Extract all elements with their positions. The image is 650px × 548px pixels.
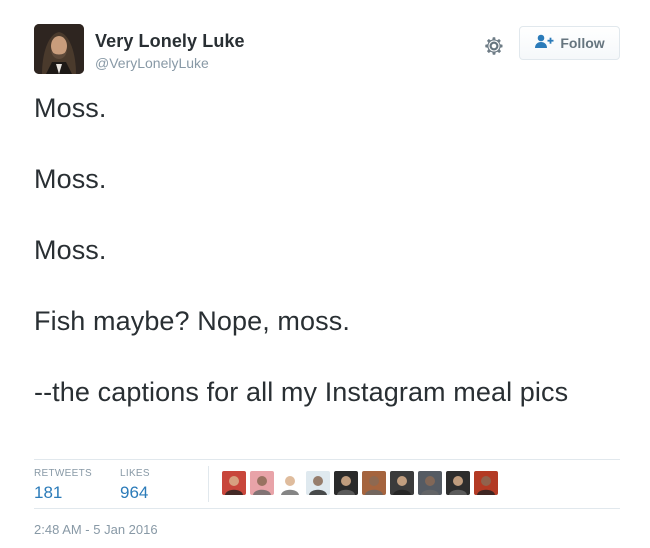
tweet-line: Moss. — [34, 164, 107, 194]
likes-stat[interactable]: LIKES 964 — [120, 468, 150, 504]
liker-avatars — [222, 471, 498, 497]
display-name[interactable]: Very Lonely Luke — [95, 30, 245, 52]
profile-photo-icon — [34, 24, 84, 74]
tweet-line: Moss. — [34, 235, 107, 265]
retweets-stat[interactable]: RETWEETS 181 — [34, 468, 92, 504]
retweets-count: 181 — [34, 483, 63, 502]
liker-avatar-10[interactable] — [474, 471, 498, 495]
liker-avatar-6[interactable] — [362, 471, 386, 495]
tweet-timestamp[interactable]: 2:48 AM - 5 Jan 2016 — [34, 522, 158, 538]
user-handle[interactable]: @VeryLonelyLuke — [95, 54, 245, 72]
gear-icon[interactable] — [482, 34, 506, 58]
tweet-line: Fish maybe? Nope, moss. — [34, 306, 350, 336]
liker-avatar-8[interactable] — [418, 471, 442, 495]
add-user-icon — [534, 33, 554, 54]
likes-count: 964 — [120, 483, 149, 502]
tweet-stats: RETWEETS 181 LIKES 964 — [34, 459, 620, 509]
tweet-header: Very Lonely Luke @VeryLonelyLuke Follow — [34, 24, 624, 80]
tweet-text: Moss. Moss. Moss. Fish maybe? Nope, moss… — [34, 90, 594, 410]
likes-label: LIKES — [120, 468, 150, 479]
stats-divider — [208, 466, 209, 502]
liker-avatar-5[interactable] — [334, 471, 358, 495]
retweets-label: RETWEETS — [34, 468, 92, 479]
liker-avatar-4[interactable] — [306, 471, 330, 495]
liker-avatar-1[interactable] — [222, 471, 246, 495]
tweet-card: Very Lonely Luke @VeryLonelyLuke Follow … — [0, 0, 650, 548]
liker-avatar-9[interactable] — [446, 471, 470, 495]
liker-avatar-7[interactable] — [390, 471, 414, 495]
tweet-line: Moss. — [34, 93, 107, 123]
user-names: Very Lonely Luke @VeryLonelyLuke — [95, 30, 245, 72]
tweet-line: --the captions for all my Instagram meal… — [34, 377, 569, 407]
follow-label: Follow — [560, 35, 605, 51]
liker-avatar-2[interactable] — [250, 471, 274, 495]
user-avatar[interactable] — [34, 24, 84, 74]
liker-avatar-3[interactable] — [278, 471, 302, 495]
follow-button[interactable]: Follow — [519, 26, 620, 60]
